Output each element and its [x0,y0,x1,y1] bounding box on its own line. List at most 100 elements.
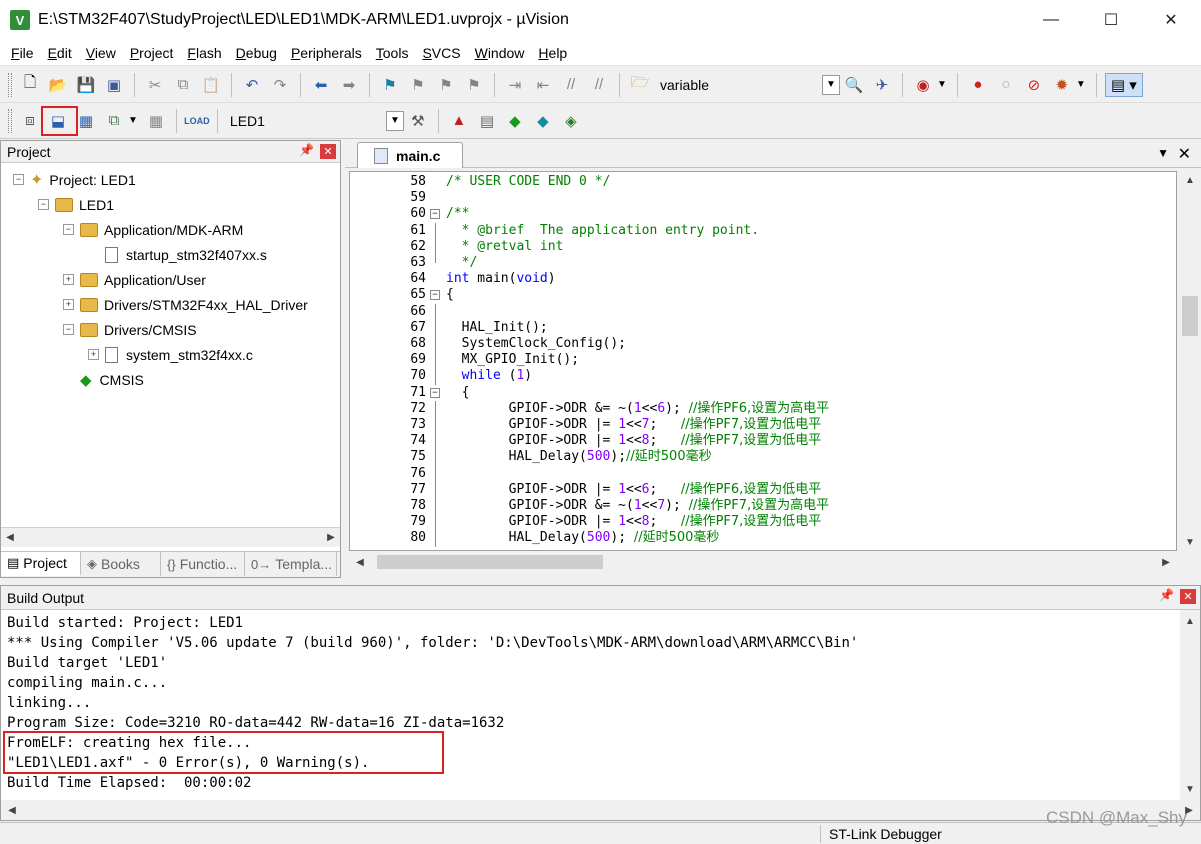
collapse-icon[interactable]: − [13,174,24,185]
code-line[interactable]: 66 [350,303,1176,320]
fold-collapse-icon[interactable]: − [430,387,440,398]
tree-item[interactable]: + Application/User [63,267,206,292]
close-icon[interactable]: ✕ [1180,589,1196,604]
undo-icon[interactable]: ↶ [240,73,264,97]
scroll-down-icon[interactable]: ▼ [1181,533,1199,551]
menu-item-view[interactable]: View [79,42,123,64]
nav-back-icon[interactable]: ⬅ [309,73,333,97]
panel-tab-books[interactable]: ◈ Books [81,552,161,576]
redo-icon[interactable]: ↷ [268,73,292,97]
download-load-icon[interactable]: LOAD [184,109,210,133]
manage-project-items-icon[interactable]: ▲ [447,109,471,133]
panel-tab-functio[interactable]: {} Functio... [161,552,245,576]
menu-item-debug[interactable]: Debug [229,42,284,64]
code-line[interactable]: 61 * @brief The application entry point. [350,222,1176,239]
unindent-icon[interactable]: ⇤ [531,73,555,97]
target-select-dropdown[interactable]: ▼ [385,110,404,131]
kill-breakpoints-icon[interactable]: ✹ [1050,73,1074,97]
menu-item-svcs[interactable]: SVCS [415,42,467,64]
nav-forward-icon[interactable]: ➡ [337,73,361,97]
save-all-icon[interactable]: ▣ [102,73,126,97]
code-line[interactable]: 63 */ [350,255,1176,271]
close-tab-icon[interactable]: ✕ [1178,144,1191,164]
target-options-icon[interactable]: ⚒ [406,109,430,133]
menu-item-window[interactable]: Window [468,42,532,64]
tree-item[interactable]: − LED1 [38,192,114,217]
code-line[interactable]: 78 GPIOF->ODR &= ~(1<<7); //操作PF7,设置为高电平 [350,498,1176,515]
debug-session-icon[interactable]: ◉ [911,73,935,97]
fold-collapse-icon[interactable]: − [430,209,440,220]
menu-item-peripherals[interactable]: Peripherals [284,42,369,64]
scroll-right-icon[interactable]: ▶ [1157,553,1175,571]
find-combo-value[interactable]: variable [654,77,822,93]
code-line[interactable]: 79 GPIOF->ODR |= 1<<8; //操作PF7,设置为低电平 [350,514,1176,531]
expand-icon[interactable]: + [88,349,99,360]
uncomment-icon[interactable]: // [587,73,611,97]
pin-icon[interactable]: 📌 [1159,588,1174,602]
menu-item-flash[interactable]: Flash [180,42,228,64]
menu-item-project[interactable]: Project [123,42,181,64]
collapse-icon[interactable]: − [63,224,74,235]
bookmark-icon[interactable]: ⚑ [378,73,402,97]
code-line[interactable]: 64 int main(void) [350,271,1176,287]
copy-icon[interactable]: ⧉ [171,73,195,97]
tree-item[interactable]: − Drivers/CMSIS [63,317,197,342]
enable-breakpoint-icon[interactable]: ○ [994,73,1018,97]
expand-icon[interactable]: + [63,274,74,285]
target-select-value[interactable]: LED1 [224,113,386,129]
pack-installer-icon[interactable]: ◈ [559,109,583,133]
minimize-button[interactable]: — [1021,0,1081,40]
code-line[interactable]: 80 HAL_Delay(500); //延时500毫秒 [350,530,1176,547]
next-bookmark-icon[interactable]: ⚑ [434,73,458,97]
insert-breakpoint-icon[interactable]: ● [966,73,990,97]
tree-item[interactable]: − ✦ Project: LED1 [13,167,136,192]
clear-bookmarks-icon[interactable]: ⚑ [462,73,486,97]
new-file-icon[interactable]: 🗋 [18,73,42,97]
toolbar-grip[interactable] [8,108,12,133]
tree-item[interactable]: + system_stm32f4xx.c [88,342,253,367]
scroll-right-icon[interactable]: ▶ [322,529,340,547]
batch-build-icon[interactable]: ⧉ [102,109,126,133]
comment-icon[interactable]: // [559,73,583,97]
tab-list-dropdown[interactable]: ▼ [1157,146,1169,160]
build-vscroll[interactable]: ▲ ▼ [1180,610,1200,800]
cut-icon[interactable]: ✂ [143,73,167,97]
indent-icon[interactable]: ⇥ [503,73,527,97]
chevron-down-icon[interactable]: ▼ [937,79,947,90]
editor-hscroll[interactable]: ◀ ▶ [349,551,1177,573]
prev-bookmark-icon[interactable]: ⚑ [406,73,430,97]
tree-item[interactable]: ◆ CMSIS [63,367,144,392]
code-line[interactable]: 68 SystemClock_Config(); [350,336,1176,353]
menu-item-help[interactable]: Help [531,42,574,64]
find-in-files-icon[interactable]: 🗁 [628,73,652,97]
chevron-down-icon[interactable]: ▼ [1076,79,1086,90]
paste-icon[interactable]: 📋 [199,73,223,97]
menu-item-edit[interactable]: Edit [41,42,79,64]
disable-breakpoints-icon[interactable]: ⊘ [1022,73,1046,97]
code-line[interactable]: 59 [350,190,1176,206]
chevron-down-icon[interactable]: ▼ [128,115,138,126]
editor-hscroll-thumb[interactable] [377,555,603,569]
collapse-icon[interactable]: − [38,199,49,210]
scroll-down-icon[interactable]: ▼ [1181,780,1199,798]
editor-vscroll[interactable]: ▲ ▼ [1179,171,1201,551]
maximize-button[interactable]: ☐ [1081,0,1141,40]
code-line[interactable]: 67 HAL_Init(); [350,319,1176,336]
close-window-button[interactable]: ✕ [1141,0,1201,40]
code-line[interactable]: 65−{ [350,287,1176,303]
collapse-icon[interactable]: − [63,324,74,335]
scroll-left-icon[interactable]: ◀ [1,529,19,547]
build-hscroll[interactable]: ◀ ▶ [1,800,1200,820]
find-icon[interactable]: 🔍 [842,73,866,97]
tree-item[interactable]: − Application/MDK-ARM [63,217,243,242]
scroll-up-icon[interactable]: ▲ [1181,171,1199,189]
tree-item[interactable]: startup_stm32f407xx.s [88,242,267,267]
code-line[interactable]: 71− { [350,385,1176,401]
window-layout-icon[interactable]: ▤ ▾ [1104,72,1143,97]
pin-icon[interactable]: 📌 [299,143,314,157]
stop-build-icon[interactable]: ▦ [144,109,168,133]
close-icon[interactable]: ✕ [320,144,336,159]
menu-item-tools[interactable]: Tools [369,42,416,64]
code-line[interactable]: 72 GPIOF->ODR &= ~(1<<6); //操作PF6,设置为高电平 [350,400,1176,417]
select-pack-icon[interactable]: ◆ [531,109,555,133]
